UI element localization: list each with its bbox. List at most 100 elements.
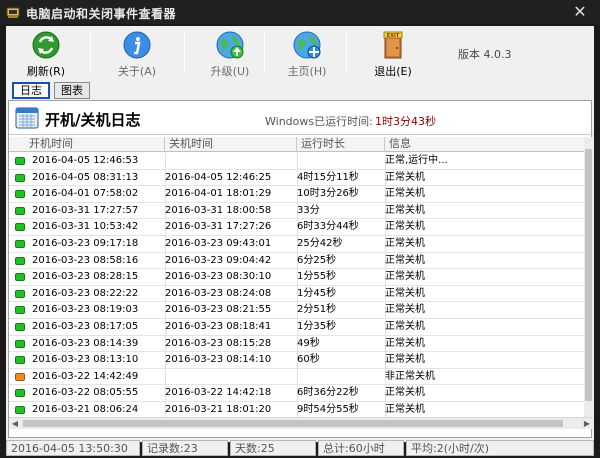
info-cell: 非正常关机 [385, 370, 435, 382]
info-cell: 正常关机 [385, 354, 425, 366]
info-cell: 正常关机 [385, 237, 425, 249]
upgrade-label: 升级(U) [210, 65, 250, 78]
column-header-stop[interactable]: 关机时间 [165, 137, 297, 152]
about-label: 关于(A) [117, 65, 157, 78]
table-row[interactable]: 2016-03-31 17:27:57 2016-03-31 18:00:58 33… [9, 202, 584, 220]
refresh-label: 刷新(R) [26, 65, 66, 78]
toolbar-separator [346, 32, 347, 74]
home-button[interactable]: 主页(H) [277, 30, 337, 78]
table-row[interactable]: 2016-03-23 09:17:18 2016-03-23 09:43:01 25… [9, 235, 584, 253]
log-title: 开机/关机日志 [45, 111, 141, 129]
stop-time-cell: 2016-03-22 14:42:18 [165, 387, 272, 399]
tab-log[interactable]: 日志 [12, 82, 50, 99]
status-indicator-icon [15, 173, 25, 182]
table-row[interactable]: 2016-03-31 10:53:42 2016-03-31 17:27:26 6时… [9, 219, 584, 236]
status-indicator-icon [15, 239, 25, 248]
table-row[interactable]: 2016-03-22 14:42:49 非正常关机 [9, 368, 584, 386]
status-indicator-icon [15, 306, 25, 315]
status-indicator-icon [15, 157, 25, 165]
start-time-cell: 2016-03-23 08:22:22 [32, 287, 139, 299]
status-indicator-icon [15, 389, 25, 398]
toolbar-separator [264, 32, 265, 74]
info-cell: 正常关机 [385, 287, 425, 299]
exit-label: 退出(E) [374, 65, 412, 78]
table-row[interactable]: 2016-03-23 08:17:05 2016-03-23 08:18:41 1分… [9, 318, 584, 336]
stop-time-cell: 2016-03-31 18:00:58 [165, 204, 272, 216]
column-divider [297, 153, 298, 169]
globe-home-icon [293, 31, 321, 59]
info-cell: 正常关机 [385, 403, 425, 415]
column-header-duration[interactable]: 运行时长 [297, 137, 385, 152]
uptime-value: 1时3分43秒 [375, 115, 436, 128]
info-cell: 正常关机 [385, 320, 425, 332]
horizontal-scroll-thumb[interactable] [23, 420, 563, 427]
table-row[interactable]: 2016-03-23 08:19:03 2016-03-23 08:21:55 2分… [9, 302, 584, 319]
close-button[interactable]: ✕ [560, 0, 600, 24]
refresh-button[interactable]: 刷新(R) [16, 30, 76, 78]
column-header-start[interactable]: 开机时间 [9, 137, 165, 152]
start-time-cell: 2016-03-31 10:53:42 [32, 221, 139, 233]
duration-cell: 9时54分55秒 [297, 403, 359, 415]
start-time-cell: 2016-03-23 08:58:16 [32, 254, 139, 266]
status-indicator-icon [15, 206, 25, 215]
duration-cell: 2分51秒 [297, 304, 337, 316]
table-row[interactable]: 2016-03-23 08:14:39 2016-03-23 08:15:28 49… [9, 335, 584, 353]
column-header-info[interactable]: 信息 [385, 137, 584, 152]
duration-cell: 1分55秒 [297, 271, 337, 283]
upgrade-button[interactable]: 升级(U) [200, 30, 260, 78]
stop-time-cell: 2016-04-01 18:01:29 [165, 188, 272, 200]
vertical-scrollbar[interactable] [584, 137, 593, 417]
table-row[interactable]: 2016-03-23 08:22:22 2016-03-23 08:24:08 1分… [9, 285, 584, 303]
log-table[interactable]: 开机时间 关机时间 运行时长 信息 2016-04-05 12:46:53 正常,… [9, 137, 584, 417]
stop-time-cell: 2016-03-23 09:43:01 [165, 237, 272, 249]
info-cell: 正常关机 [385, 254, 425, 266]
start-time-cell: 2016-03-23 08:13:10 [32, 354, 139, 366]
table-row[interactable]: 2016-04-05 12:46:53 正常,运行中... [9, 153, 584, 170]
info-icon [123, 31, 151, 59]
status-indicator-icon [15, 273, 25, 282]
table-row[interactable]: 2016-03-22 08:05:55 2016-03-22 14:42:18 6时… [9, 385, 584, 402]
stop-time-cell: 2016-03-31 17:27:26 [165, 221, 272, 233]
stop-time-cell: 2016-03-23 08:30:10 [165, 271, 272, 283]
duration-cell: 33分 [297, 204, 320, 216]
column-divider [165, 368, 166, 385]
start-time-cell: 2016-04-05 08:31:13 [32, 171, 139, 183]
status-indicator-icon [15, 289, 25, 298]
status-indicator-icon [15, 405, 25, 414]
status-indicator-icon [15, 372, 25, 381]
scroll-left-arrow-icon[interactable]: ◀ [9, 418, 21, 429]
vertical-scroll-thumb[interactable] [585, 149, 592, 401]
table-body: 2016-04-05 12:46:53 正常,运行中... 2016-04-05 0… [9, 153, 584, 417]
status-total-hours: 总计:60小时 [318, 440, 404, 456]
table-row[interactable]: 2016-04-05 08:31:13 2016-04-05 12:46:25 4时… [9, 169, 584, 187]
exit-button[interactable]: EXIT 退出(E) [363, 30, 423, 78]
stop-time-cell: 2016-03-21 18:01:20 [165, 403, 272, 415]
info-cell: 正常关机 [385, 271, 425, 283]
log-panel: 开机/关机日志 Windows已运行时间: 1时3分43秒 开机时间 关机时间 … [8, 100, 593, 438]
table-row[interactable]: 2016-03-23 08:28:15 2016-03-23 08:30:10 1分… [9, 269, 584, 286]
status-bar: 2016-04-05 13:50:30 记录数:23 天数:25 总计:60小时… [6, 440, 600, 458]
start-time-cell: 2016-03-23 08:14:39 [32, 337, 139, 349]
table-row[interactable]: 2016-04-01 07:58:02 2016-04-01 18:01:29 10… [9, 186, 584, 203]
duration-cell: 60秒 [297, 354, 320, 366]
toolbar-separator [184, 32, 185, 74]
info-cell: 正常关机 [385, 221, 425, 233]
about-button[interactable]: 关于(A) [107, 30, 167, 78]
toolbar: 刷新(R) 关于(A) 升级(U) 主页(H) EXIT 退出(E) 版本 4.… [6, 26, 594, 80]
app-icon [6, 7, 20, 18]
horizontal-scrollbar[interactable]: ◀ ▶ [9, 417, 593, 429]
table-row[interactable]: 2016-03-23 08:13:10 2016-03-23 08:14:10 60… [9, 352, 584, 369]
calendar-log-icon [15, 107, 39, 129]
table-header: 开机时间 关机时间 运行时长 信息 [9, 137, 584, 152]
scroll-right-arrow-icon[interactable]: ▶ [581, 418, 593, 429]
tab-chart[interactable]: 图表 [54, 82, 90, 99]
table-row[interactable]: 2016-03-23 08:58:16 2016-03-23 09:04:42 6分… [9, 252, 584, 270]
status-day-count: 天数:25 [230, 440, 316, 456]
table-row[interactable]: 2016-03-21 08:06:24 2016-03-21 18:01:20 9时… [9, 401, 584, 417]
status-datetime: 2016-04-05 13:50:30 [6, 440, 140, 456]
info-cell: 正常关机 [385, 188, 425, 200]
start-time-cell: 2016-03-23 08:28:15 [32, 271, 139, 283]
log-header: 开机/关机日志 Windows已运行时间: 1时3分43秒 [9, 101, 593, 135]
status-indicator-icon [15, 322, 25, 331]
uptime-label: Windows已运行时间: [265, 115, 373, 128]
